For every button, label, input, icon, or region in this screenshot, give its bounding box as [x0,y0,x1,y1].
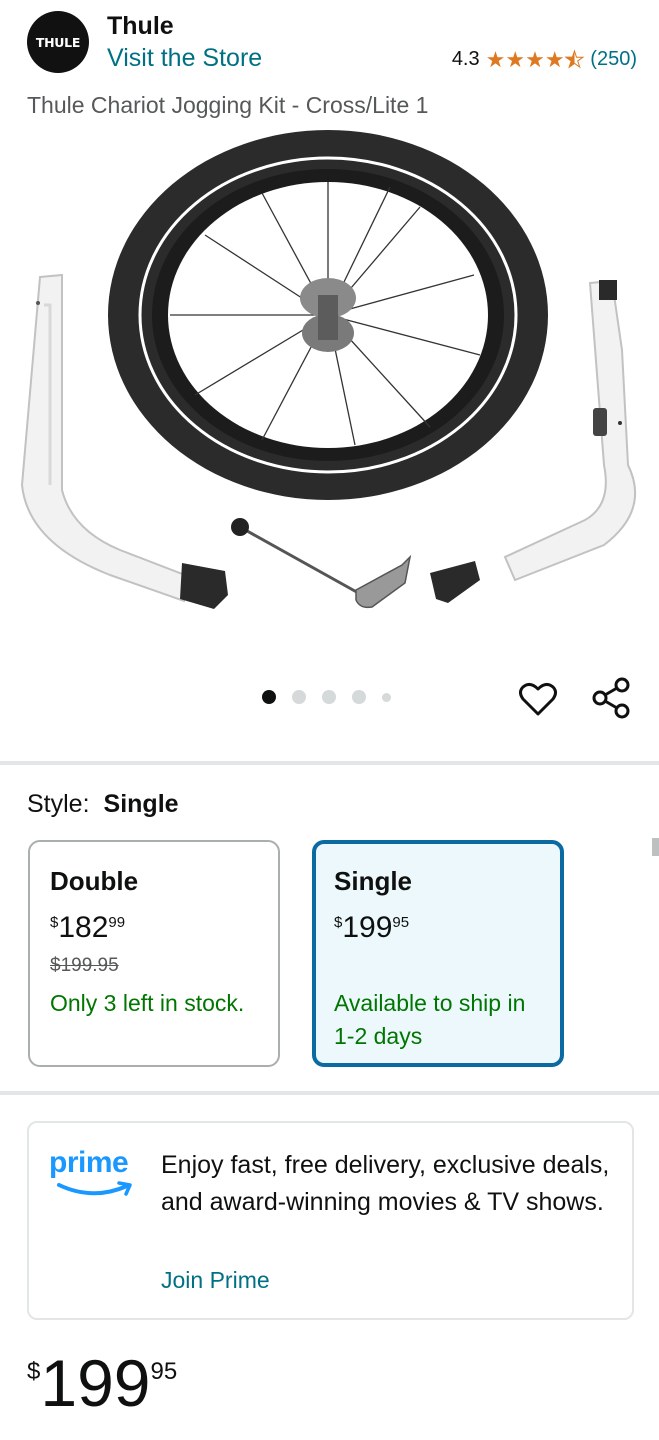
star-icon: ★ [485,46,506,72]
wheel-image [108,130,548,500]
heart-icon[interactable] [517,678,559,720]
option-price: $19995 [334,911,542,945]
style-option-single[interactable]: Single $19995 Available to ship in 1-2 d… [312,840,564,1067]
style-selected-value: Single [103,790,179,818]
rating-summary[interactable]: 4.3 ★ ★ ★ ★ ★ (250) [452,48,637,71]
section-divider [0,1091,659,1095]
share-icon[interactable] [591,677,633,719]
prime-promo-card: prime Enjoy fast, free delivery, exclusi… [27,1121,634,1320]
brand-name: Thule [107,12,174,40]
price-fraction: 95 [150,1358,178,1385]
prime-logo-text: prime [49,1146,129,1179]
option-price-whole: 199 [342,911,393,944]
option-price-symbol: $ [50,914,59,931]
price-display: $ 199 95 [27,1348,177,1418]
option-price-whole: 182 [58,911,109,944]
price-whole: 199 [40,1346,151,1420]
option-price-symbol: $ [334,914,343,931]
option-availability: Available to ship in 1-2 days [334,990,526,1049]
option-name: Single [334,866,413,896]
pagination-dot[interactable] [352,690,366,704]
style-label: Style: Single [27,790,179,819]
rating-value: 4.3 [451,48,480,70]
style-label-text: Style: [27,790,90,818]
price-symbol: $ [27,1358,41,1385]
axle-skewer-image [231,518,412,609]
join-prime-link[interactable]: Join Prime [161,1267,270,1294]
visit-store-link[interactable]: Visit the Store [107,44,262,73]
pagination-dot[interactable] [382,692,391,702]
brand-row: THULE Thule Visit the Store 4.3 ★ ★ ★ ★ … [27,11,637,77]
option-list-price: $199.95 [50,955,119,976]
rating-count: (250) [590,48,637,70]
product-title: Thule Chariot Jogging Kit - Cross/Lite 1 [27,92,429,118]
thule-logo-text: THULE [35,34,81,50]
star-rating: ★ ★ ★ ★ ★ [485,46,585,72]
pagination-dot[interactable] [322,690,336,704]
pagination-dot[interactable] [292,690,306,704]
horizontal-scroll-indicator [652,838,659,856]
style-option-double[interactable]: Double $18299 $199.95 Only 3 left in sto… [28,840,280,1067]
section-divider [0,761,659,765]
half-star-icon: ★ [564,46,585,72]
option-price-fraction: 99 [108,914,126,931]
option-price: $18299 [50,911,258,945]
star-icon: ★ [525,46,545,72]
option-availability: Only 3 left in stock. [50,990,245,1016]
option-price-fraction: 95 [392,914,410,931]
prime-logo: prime [49,1145,143,1205]
option-name: Double [50,866,139,896]
star-icon: ★ [505,46,526,72]
star-icon: ★ [544,46,565,72]
image-pagination [262,690,407,704]
product-image[interactable] [0,125,659,670]
pagination-dot-active[interactable] [262,690,276,704]
thule-logo[interactable]: THULE [27,11,89,73]
prime-smile-icon [57,1181,132,1196]
prime-description: Enjoy fast, free delivery, exclusive dea… [161,1151,610,1216]
